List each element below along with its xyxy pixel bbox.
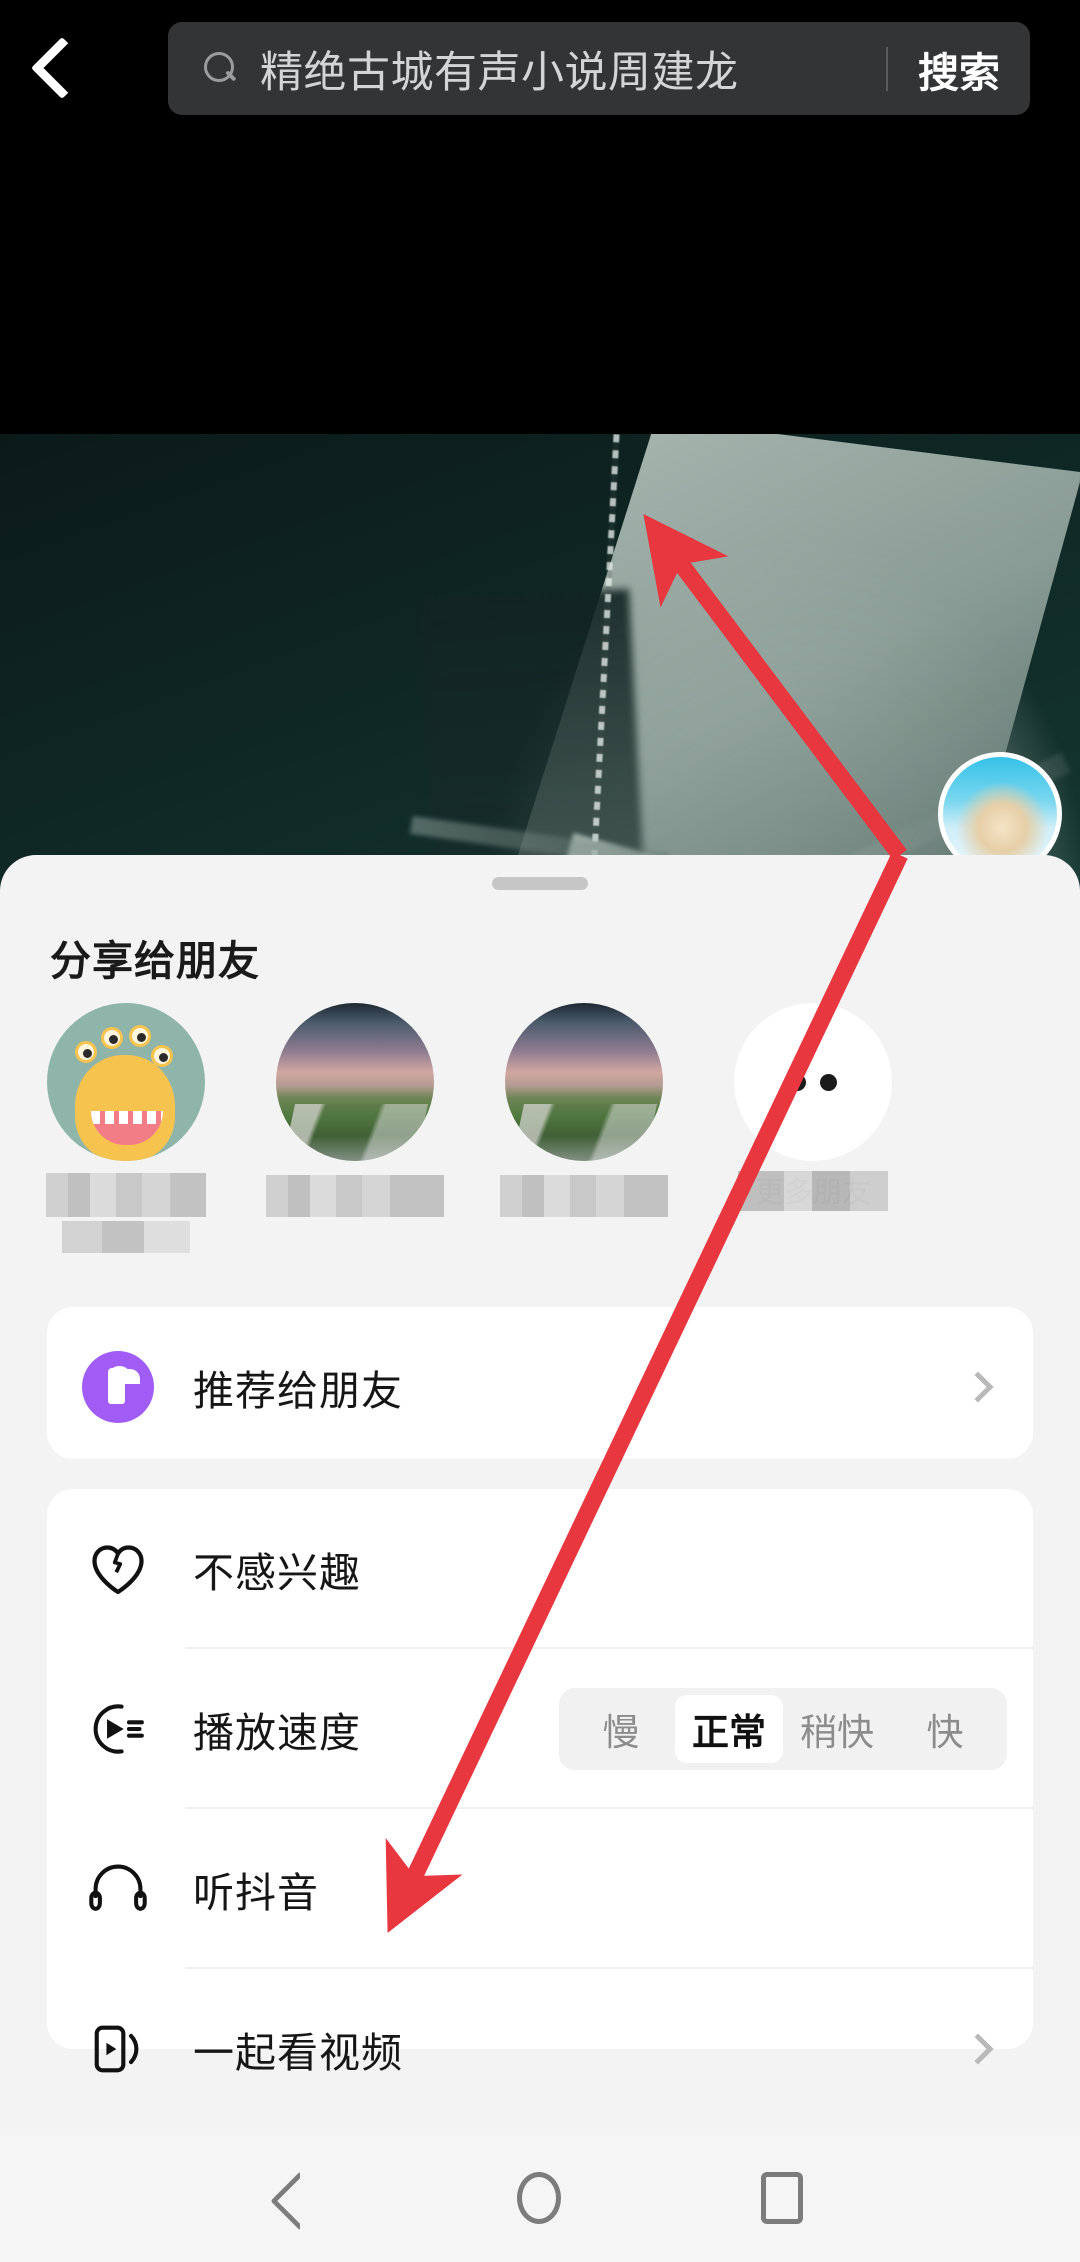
share-bottom-sheet: 分享给朋友 更多朋友 推荐给朋友 不感兴趣 播放速度 慢 正常 稍快 快 听抖音… — [0, 855, 1080, 2135]
play-speed-icon — [81, 1692, 155, 1766]
playback-speed-segmented-control[interactable]: 慢 正常 稍快 快 — [559, 1688, 1007, 1770]
recommend-card: 推荐给朋友 — [47, 1307, 1033, 1459]
share-friend-item[interactable] — [492, 1003, 676, 1263]
options-card: 不感兴趣 播放速度 慢 正常 稍快 快 听抖音 一起看视频 — [47, 1489, 1033, 2076]
android-back-icon[interactable] — [277, 2172, 317, 2224]
share-more-friends-label: 更多朋友 — [721, 1177, 905, 1210]
thumbs-up-icon — [81, 1350, 155, 1424]
back-button[interactable] — [0, 0, 110, 135]
search-button[interactable]: 搜索 — [888, 39, 1030, 99]
sheet-title: 分享给朋友 — [50, 938, 260, 984]
not-interested-row[interactable]: 不感兴趣 — [47, 1489, 1033, 1649]
android-recents-icon[interactable] — [761, 2172, 803, 2224]
playback-speed-label: 播放速度 — [193, 1710, 361, 1756]
top-search-bar: 精绝古城有声小说周建龙 搜索 — [0, 0, 1080, 135]
monster-avatar — [47, 1003, 205, 1161]
android-navigation-bar — [0, 2134, 1080, 2262]
broken-heart-icon — [81, 1532, 155, 1606]
search-input[interactable]: 精绝古城有声小说周建龙 — [260, 38, 886, 100]
back-chevron-icon — [30, 36, 94, 99]
speed-option-slightly-fast[interactable]: 稍快 — [783, 1695, 891, 1763]
watch-together-row[interactable]: 一起看视频 — [47, 1969, 1033, 2129]
search-bar[interactable]: 精绝古城有声小说周建龙 搜索 — [168, 22, 1030, 115]
recommend-to-friends-label: 推荐给朋友 — [193, 1368, 403, 1414]
share-friend-item[interactable] — [263, 1003, 447, 1263]
chevron-right-icon — [962, 2033, 994, 2065]
not-interested-label: 不感兴趣 — [193, 1550, 361, 1596]
app-screen: 精绝古城有声小说周建龙 搜索 鬼 分享给朋友 — [0, 0, 1080, 2262]
speed-option-normal[interactable]: 正常 — [675, 1695, 783, 1763]
together-video-icon — [81, 2012, 155, 2086]
chevron-right-icon — [962, 1371, 994, 1403]
speed-option-fast[interactable]: 快 — [891, 1695, 999, 1763]
search-icon — [204, 51, 238, 86]
listen-douyin-row[interactable]: 听抖音 — [47, 1809, 1033, 1969]
playback-speed-row[interactable]: 播放速度 慢 正常 稍快 快 — [47, 1649, 1033, 1809]
sunset-road-avatar — [505, 1003, 663, 1161]
share-friends-row: 更多朋友 — [0, 1003, 1080, 1263]
share-friend-item[interactable] — [34, 1003, 218, 1263]
speed-option-slow[interactable]: 慢 — [567, 1695, 675, 1763]
share-more-friends-item[interactable]: 更多朋友 — [721, 1003, 905, 1263]
headphones-icon — [81, 1852, 155, 1926]
sunset-road-avatar — [276, 1003, 434, 1161]
sheet-drag-handle[interactable] — [492, 877, 588, 890]
recommend-to-friends-row[interactable]: 推荐给朋友 — [47, 1307, 1033, 1467]
watch-together-label: 一起看视频 — [193, 2030, 403, 2076]
android-home-icon[interactable] — [517, 2172, 561, 2224]
listen-douyin-label: 听抖音 — [193, 1870, 319, 1916]
more-friends-icon — [734, 1003, 892, 1161]
